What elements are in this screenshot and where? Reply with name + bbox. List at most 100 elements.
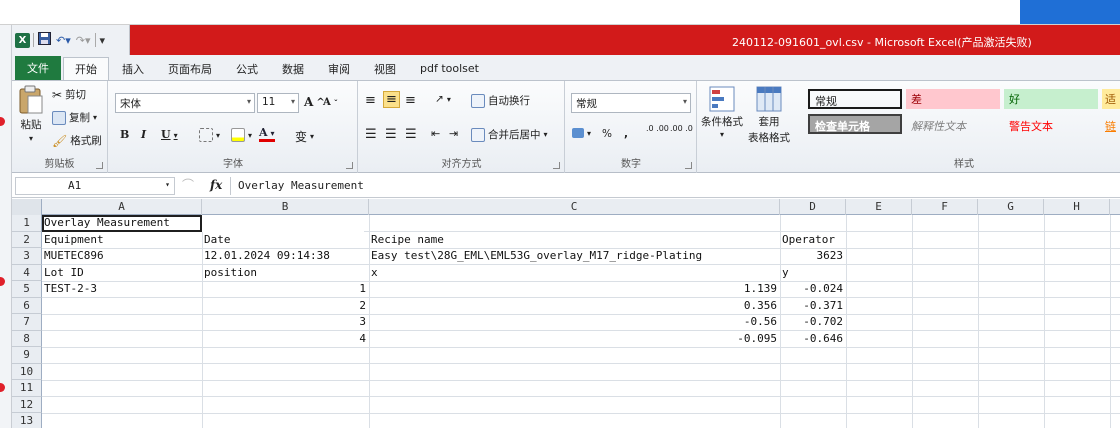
tab-formulas[interactable]: 公式 <box>225 57 269 80</box>
accounting-format-button[interactable]: ▾ <box>572 128 591 138</box>
cell-c5[interactable]: 1.139 <box>369 281 777 298</box>
title-bar[interactable]: X ↶▾ ↷▾ ▾ 240112-091601_ovl.csv - Micros… <box>12 25 1120 55</box>
align-middle-button[interactable]: ≡ <box>383 91 400 108</box>
style-bad[interactable]: 差 <box>906 89 1000 109</box>
dialog-launcher-icon[interactable] <box>346 162 353 169</box>
row-header[interactable]: 4 <box>12 264 42 281</box>
column-header-f[interactable]: F <box>912 199 978 215</box>
tab-pdf-toolset[interactable]: pdf toolset <box>409 57 490 80</box>
cell-d2[interactable]: Operator <box>782 232 835 249</box>
cut-button[interactable]: ✂ 剪切 <box>52 87 86 102</box>
cell-a3[interactable]: MUETEC896 <box>44 248 104 265</box>
wrap-text-button[interactable]: 自动换行 <box>471 93 530 108</box>
cell-a1[interactable]: Overlay Measurement <box>44 215 364 232</box>
cell-d6[interactable]: -0.371 <box>780 298 843 315</box>
row-header[interactable]: 10 <box>12 363 42 380</box>
column-header-e[interactable]: E <box>846 199 912 215</box>
row-header[interactable]: 12 <box>12 396 42 413</box>
tab-page-layout[interactable]: 页面布局 <box>157 57 223 80</box>
row-header[interactable]: 1 <box>12 215 42 232</box>
font-color-button[interactable]: A ▾ <box>259 126 275 142</box>
dialog-launcher-icon[interactable] <box>553 162 560 169</box>
cell-c3[interactable]: Easy test\28G_EML\EML53G_overlay_M17_rid… <box>371 248 702 265</box>
italic-button[interactable]: I <box>141 128 146 141</box>
row-header[interactable]: 9 <box>12 347 42 364</box>
copy-button[interactable]: 复制 ▾ <box>52 110 97 125</box>
bold-button[interactable]: B <box>120 128 129 141</box>
row-header[interactable]: 3 <box>12 248 42 265</box>
format-as-table-button[interactable]: 套用 表格格式 <box>748 85 790 145</box>
tab-data[interactable]: 数据 <box>271 57 315 80</box>
worksheet-grid[interactable]: A B C D E F G H 1 2 3 4 5 6 7 8 9 10 11 … <box>12 199 1120 428</box>
cell-c6[interactable]: 0.356 <box>369 298 777 315</box>
column-header-b[interactable]: B <box>202 199 369 215</box>
row-header[interactable]: 6 <box>12 297 42 314</box>
cell-c4[interactable]: x <box>371 265 378 282</box>
align-right-button[interactable]: ☰ <box>405 127 417 142</box>
paste-button[interactable]: 粘贴 ▾ <box>18 85 44 143</box>
border-button[interactable]: ▾ <box>199 128 220 142</box>
formula-bar-grip[interactable]: ⌒ <box>182 176 194 193</box>
redo-icon[interactable]: ↷▾ <box>75 34 92 47</box>
number-format-dropdown[interactable]: 常规 ▾ <box>571 93 691 113</box>
cell-b8[interactable]: 4 <box>202 331 366 348</box>
column-header-g[interactable]: G <box>978 199 1044 215</box>
cell-b6[interactable]: 2 <box>202 298 366 315</box>
increase-indent-button[interactable]: ⇥ <box>449 127 458 140</box>
cell-d8[interactable]: -0.646 <box>780 331 843 348</box>
tab-file[interactable]: 文件 <box>15 56 61 80</box>
cell-b5[interactable]: 1 <box>202 281 366 298</box>
style-good[interactable]: 好 <box>1004 89 1098 109</box>
column-header-d[interactable]: D <box>780 199 846 215</box>
format-painter-button[interactable]: 🖌 格式刷 <box>52 133 102 148</box>
fill-color-button[interactable]: ▾ <box>231 128 252 142</box>
cell-d7[interactable]: -0.702 <box>780 314 843 331</box>
cell-a4[interactable]: Lot ID <box>44 265 84 282</box>
row-header[interactable]: 2 <box>12 231 42 248</box>
font-size-dropdown[interactable]: 11 ▾ <box>257 93 299 113</box>
align-bottom-button[interactable]: ≡ <box>405 93 416 108</box>
excel-logo-icon[interactable]: X <box>15 32 30 48</box>
underline-button[interactable]: U ▾ <box>161 128 178 141</box>
cell-b2[interactable]: Date <box>204 232 231 249</box>
align-left-button[interactable]: ☰ <box>365 127 377 142</box>
save-icon[interactable] <box>37 32 52 48</box>
cell-c8[interactable]: -0.095 <box>369 331 777 348</box>
row-header[interactable]: 11 <box>12 380 42 397</box>
comma-button[interactable]: , <box>624 128 628 140</box>
style-neutral[interactable]: 适 <box>1102 89 1120 109</box>
tab-home[interactable]: 开始 <box>63 57 109 80</box>
tab-insert[interactable]: 插入 <box>111 57 155 80</box>
cell-b7[interactable]: 3 <box>202 314 366 331</box>
style-check-cell[interactable]: 检查单元格 <box>808 114 902 134</box>
cell-b3[interactable]: 12.01.2024 09:14:38 <box>204 248 330 265</box>
font-name-dropdown[interactable]: 宋体 ▾ <box>115 93 255 113</box>
row-header[interactable]: 7 <box>12 314 42 331</box>
conditional-format-button[interactable]: 条件格式 ▾ <box>701 85 743 139</box>
name-box[interactable]: A1 ▾ <box>15 177 175 195</box>
align-top-button[interactable]: ≡ <box>365 93 376 108</box>
undo-icon[interactable]: ↶▾ <box>55 34 72 47</box>
shrink-font-button[interactable]: Aˇ <box>323 97 338 108</box>
tab-view[interactable]: 视图 <box>363 57 407 80</box>
cell-d4[interactable]: y <box>782 265 789 282</box>
cell-c7[interactable]: -0.56 <box>369 314 777 331</box>
dialog-launcher-icon[interactable] <box>96 162 103 169</box>
column-header-c[interactable]: C <box>369 199 780 215</box>
cell-d3[interactable]: 3623 <box>780 248 844 265</box>
merge-center-button[interactable]: 合并后居中 ▾ <box>471 127 548 142</box>
cell-b4[interactable]: position <box>204 265 257 282</box>
phonetic-button[interactable]: 变 ▾ <box>295 128 314 145</box>
orientation-button[interactable]: ↗ ▾ <box>435 93 451 105</box>
dialog-launcher-icon[interactable] <box>685 162 692 169</box>
percent-button[interactable]: % <box>602 128 612 140</box>
column-header-h[interactable]: H <box>1044 199 1110 215</box>
style-warning[interactable]: 警告文本 <box>1004 116 1098 136</box>
insert-function-button[interactable]: fx <box>210 178 222 192</box>
decrease-decimal-button[interactable]: .00 .0 <box>670 125 693 133</box>
tab-review[interactable]: 审阅 <box>317 57 361 80</box>
customize-toolbar-icon[interactable]: ▾ <box>99 34 107 47</box>
align-center-button[interactable]: ☰ <box>385 127 397 142</box>
style-explanatory[interactable]: 解释性文本 <box>906 116 1000 136</box>
cell-a5[interactable]: TEST-2-3 <box>44 281 97 298</box>
